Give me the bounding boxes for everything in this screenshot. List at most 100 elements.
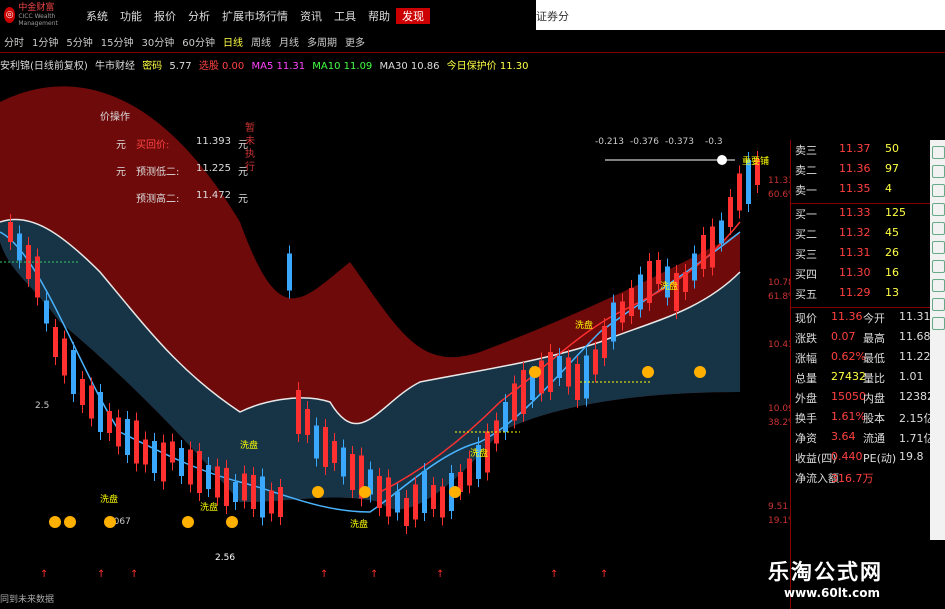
quote-label: 买一	[795, 208, 817, 221]
stat-label-2: 最高	[863, 332, 885, 345]
candle-body	[656, 260, 661, 284]
stat-row: 净资 3.64 流通 1.71亿	[791, 430, 939, 448]
quote-row[interactable]: 买三 11.31 26	[791, 246, 939, 264]
formula-name[interactable]: 牛市财经	[95, 61, 135, 72]
tab-multi-period[interactable]: 多周期	[303, 34, 341, 52]
stat-row: 现价 11.36 今开 11.31	[791, 310, 939, 328]
tool-icon-9[interactable]	[932, 298, 945, 311]
candle-body	[377, 476, 382, 508]
stat-value: 11.36	[831, 310, 863, 323]
close-label: 密码	[142, 61, 163, 72]
menu-function[interactable]: 功能	[114, 8, 148, 24]
stat-row: 总量 27432 量比 1.01	[791, 370, 939, 388]
tool-icon-10[interactable]	[932, 317, 945, 330]
candle-body	[62, 338, 67, 376]
op-unit-1: 元	[116, 140, 126, 151]
menu-discover[interactable]: 发现	[396, 8, 430, 24]
tool-icon-2[interactable]	[932, 165, 945, 178]
tool-icon-8[interactable]	[932, 279, 945, 292]
menu-help[interactable]: 帮助	[362, 8, 396, 24]
tab-monthly[interactable]: 月线	[275, 34, 303, 52]
ma30-value: MA30 10.86	[379, 61, 440, 72]
buy-signal-marker	[49, 516, 61, 528]
kline-chart[interactable]: -0.213 -0.376 -0.373 -0.3 重要铺 2.5 2.56 1…	[0, 72, 790, 609]
tool-icon-1[interactable]	[932, 146, 945, 159]
up-arrow-marker: ↑	[370, 569, 378, 580]
candle-body	[386, 477, 391, 517]
menu-extended-market[interactable]: 扩展市场行情	[216, 8, 294, 24]
tool-icon-5[interactable]	[932, 222, 945, 235]
quote-row[interactable]: 卖一 11.35 4	[791, 182, 939, 200]
menu-quote[interactable]: 报价	[148, 8, 182, 24]
logo-text: 中金财富	[18, 2, 55, 13]
candle-body	[404, 498, 409, 526]
quote-label: 卖二	[795, 164, 817, 177]
candle-body	[71, 350, 76, 394]
tool-icon-3[interactable]	[932, 184, 945, 197]
candle-body	[683, 272, 688, 292]
stat-value: 0.07	[831, 330, 856, 343]
menu-tools[interactable]: 工具	[328, 8, 362, 24]
watermark: 乐淘公式网 www.60lt.com	[768, 556, 928, 600]
tab-1min[interactable]: 1分钟	[28, 34, 62, 52]
close-value: 5.77	[169, 61, 192, 72]
quote-row[interactable]: 买二 11.32 45	[791, 226, 939, 244]
quote-row[interactable]: 买四 11.30 16	[791, 266, 939, 284]
tool-icon-7[interactable]	[932, 260, 945, 273]
tab-15min[interactable]: 15分钟	[97, 34, 138, 52]
period-tabs: 分时 1分钟 5分钟 15分钟 30分钟 60分钟 日线 周线 月线 多周期 更…	[0, 34, 540, 52]
candle-body	[251, 475, 256, 509]
future-data-label: 同到未来数据	[0, 593, 54, 605]
buy-signal-marker	[359, 486, 371, 498]
operation-box: 价操作 元 买回价: 11.393 元 元 预测低二: 11.225 元 预测高…	[100, 108, 255, 205]
wash-label-1: 洗盘	[100, 493, 118, 505]
candle-body	[215, 466, 220, 498]
quote-row[interactable]: 买一 11.33 125	[791, 206, 939, 224]
buy-signal-marker	[694, 366, 706, 378]
menu-news[interactable]: 资讯	[294, 8, 328, 24]
candle-body	[647, 261, 652, 303]
wash-label-7: 洗盘	[660, 280, 678, 292]
wash-label-3: 洗盘	[240, 439, 258, 451]
indicator-bar: 安利锦(日线前复权) 牛市财经 密码 5.77 选股 0.00 MA5 11.3…	[0, 57, 540, 73]
stat-label-2: 今开	[863, 312, 885, 325]
candle-body	[305, 409, 310, 435]
tab-more[interactable]: 更多	[341, 34, 369, 52]
quote-volume: 16	[885, 266, 899, 279]
up-arrow-marker: ↑	[550, 569, 558, 580]
tab-intraday[interactable]: 分时	[0, 34, 28, 52]
stat-row: 收益(四) 0.440 PE(动) 19.8	[791, 450, 939, 468]
quote-row[interactable]: 卖三 11.37 50	[791, 142, 939, 160]
tool-icon-4[interactable]	[932, 203, 945, 216]
up-arrow-marker: ↑	[320, 569, 328, 580]
stock-name[interactable]: 安利锦(日线前复权)	[0, 61, 88, 72]
quote-row[interactable]: 卖二 11.36 97	[791, 162, 939, 180]
up-arrow-marker: ↑	[130, 569, 138, 580]
candle-body	[512, 383, 517, 421]
candle-body	[395, 491, 400, 513]
tab-daily[interactable]: 日线	[219, 34, 247, 52]
stat-value: 316.7万	[831, 472, 874, 485]
wash-label-4: 洗盘	[350, 518, 368, 530]
wash-label-2: 洗盘	[200, 501, 218, 513]
stat-value: 15050	[831, 390, 866, 403]
candle-body	[728, 197, 733, 227]
op-title: 价操作	[100, 112, 130, 123]
op-value-1: 11.393	[196, 136, 231, 147]
quote-row[interactable]: 买五 11.29 13	[791, 286, 939, 304]
candle-body	[593, 349, 598, 375]
candle-body	[719, 220, 724, 244]
tab-30min[interactable]: 30分钟	[137, 34, 178, 52]
divider	[0, 52, 945, 53]
wash-label-5: 洗盘	[470, 447, 488, 459]
tool-icon-6[interactable]	[932, 241, 945, 254]
menu-system[interactable]: 系统	[80, 8, 114, 24]
up-arrow-marker: ↑	[600, 569, 608, 580]
op-value-2: 11.225	[196, 163, 231, 174]
tab-60min[interactable]: 60分钟	[178, 34, 219, 52]
tab-weekly[interactable]: 周线	[247, 34, 275, 52]
candle-body	[161, 442, 166, 482]
low-price-label: 2.56	[215, 553, 235, 563]
menu-analysis[interactable]: 分析	[182, 8, 216, 24]
tab-5min[interactable]: 5分钟	[62, 34, 96, 52]
